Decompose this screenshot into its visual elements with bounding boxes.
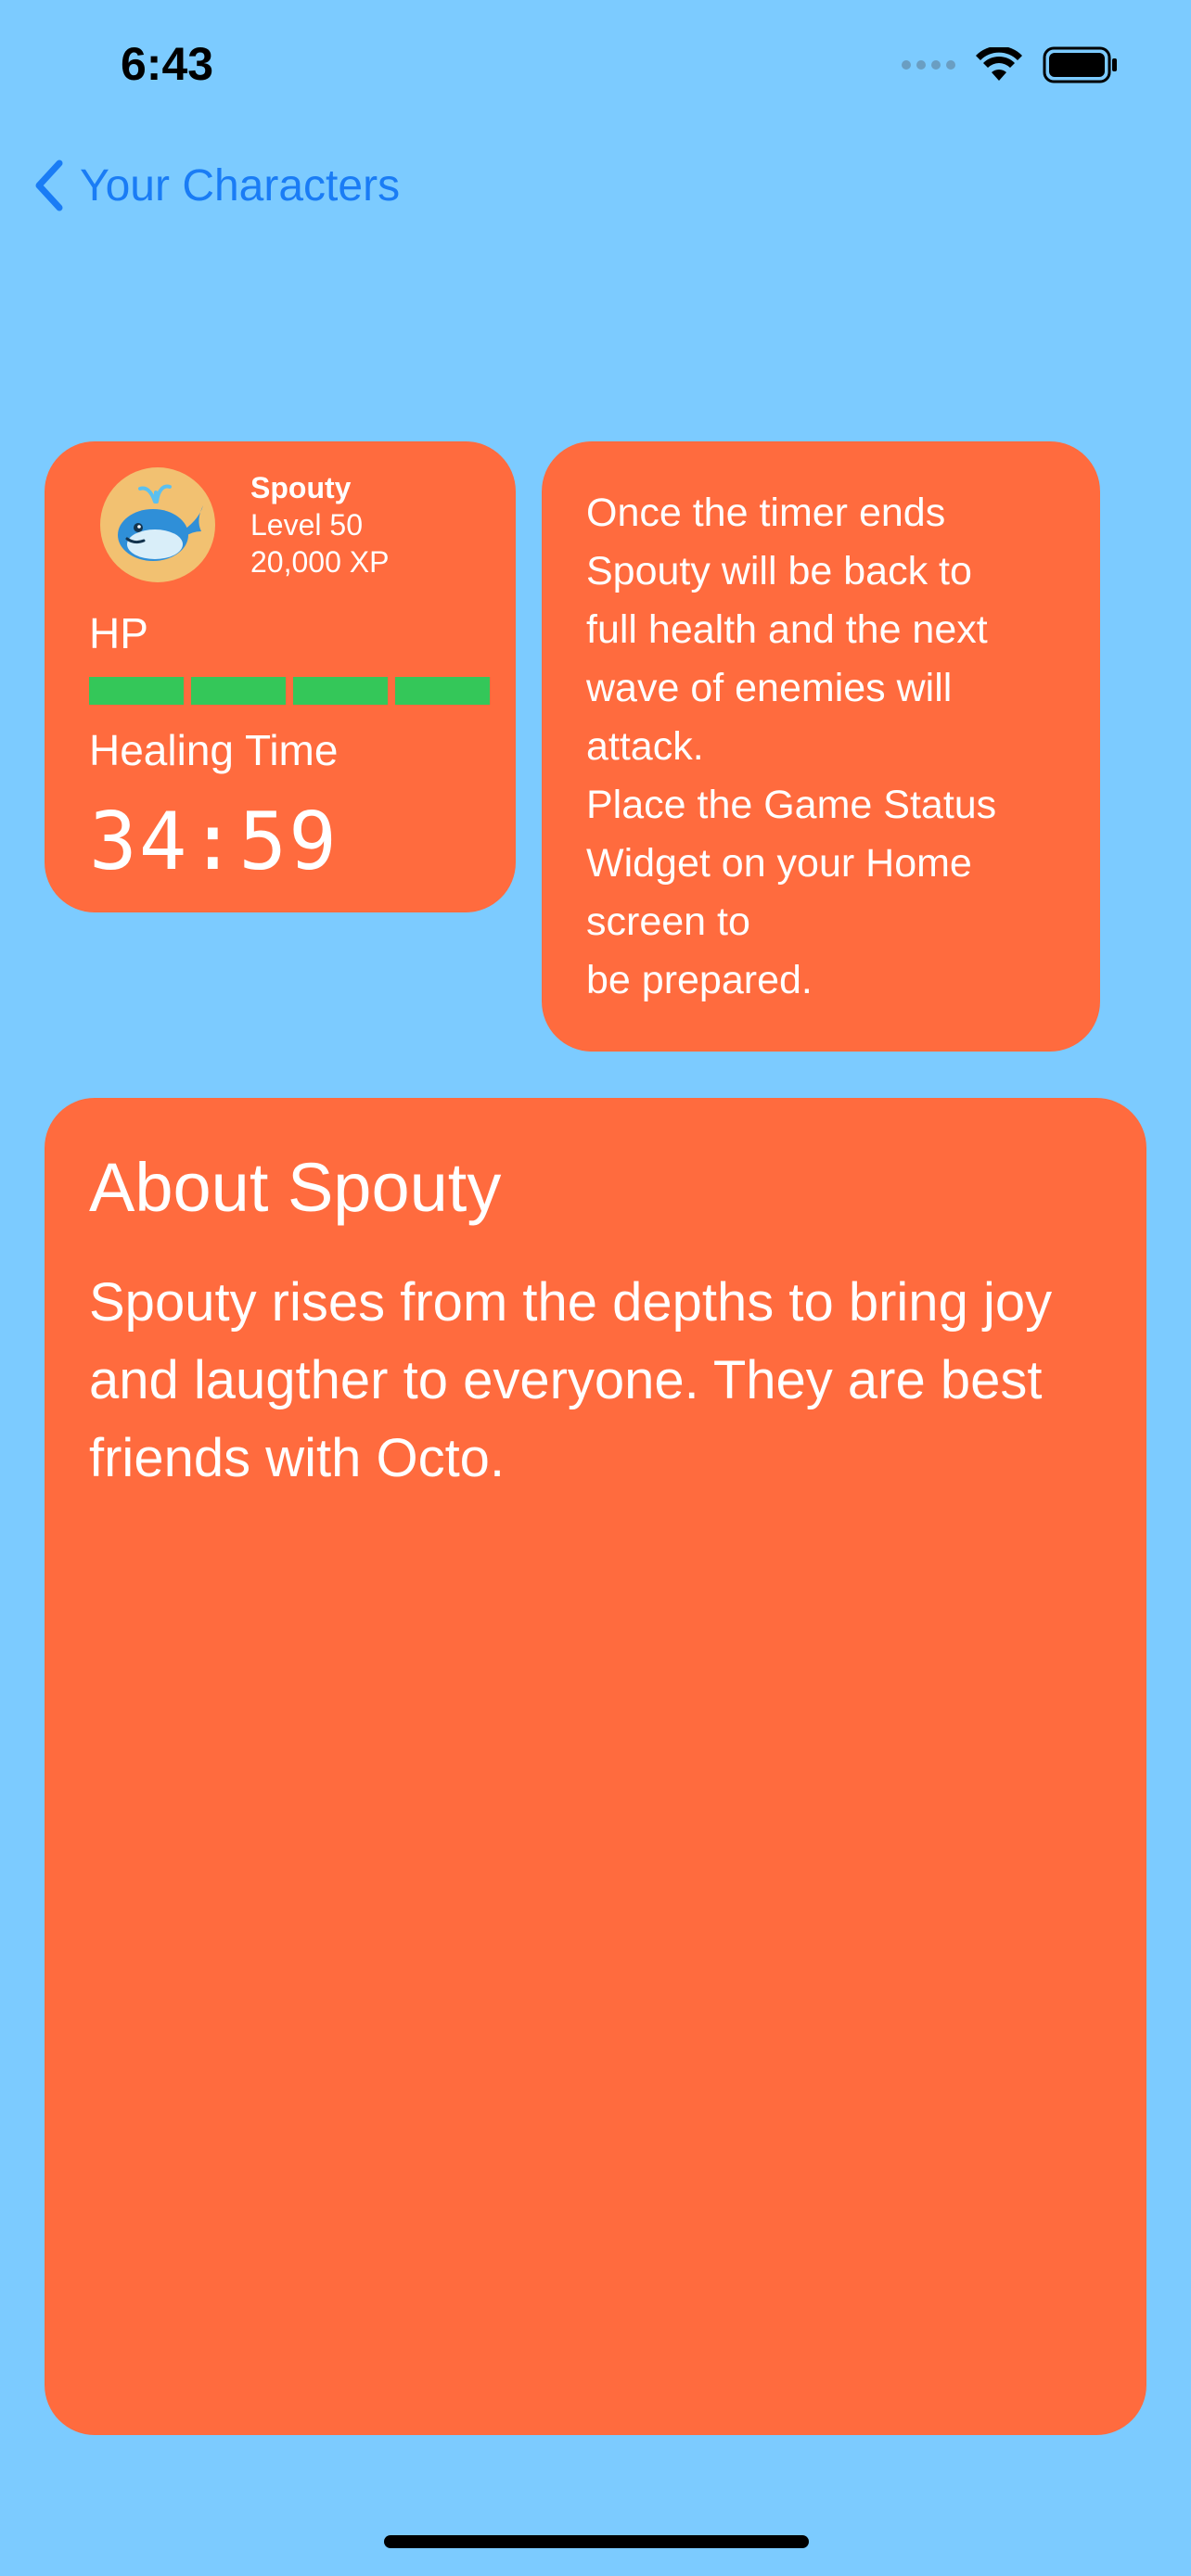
hp-segment (89, 677, 184, 705)
healing-time-label: Healing Time (89, 726, 339, 774)
healing-timer: 34:59 (89, 796, 339, 888)
home-indicator[interactable] (384, 2535, 809, 2548)
status-icons (902, 46, 1119, 83)
hp-segment (293, 677, 388, 705)
back-label: Your Characters (80, 160, 401, 210)
hp-segment (395, 677, 490, 705)
about-text: Spouty rises from the depths to bring jo… (89, 1272, 1053, 1488)
back-button[interactable]: Your Characters (33, 159, 400, 211)
hp-segment (191, 677, 286, 705)
status-time: 6:43 (121, 38, 214, 90)
chevron-left-icon (35, 159, 63, 211)
character-xp: 20,000 XP (250, 545, 390, 579)
wifi-icon (976, 47, 1022, 81)
character-name: Spouty (250, 471, 352, 504)
battery-icon (1043, 46, 1117, 83)
character-level: Level 50 (250, 508, 363, 542)
info-card: Once the timer ends Spouty will be back … (542, 441, 1100, 1052)
cellular-signal-icon (902, 60, 955, 70)
about-card: About Spouty Spouty rises from the depth… (45, 1098, 1146, 2435)
hp-bar (89, 677, 490, 705)
character-card: Spouty Level 50 20,000 XP HP Healing Tim… (45, 441, 516, 912)
whale-icon (118, 484, 203, 561)
avatar (100, 467, 215, 582)
info-text: Once the timer ends Spouty will be back … (586, 491, 997, 1002)
about-title: About Spouty (89, 1149, 502, 1226)
hp-label: HP (89, 609, 148, 657)
